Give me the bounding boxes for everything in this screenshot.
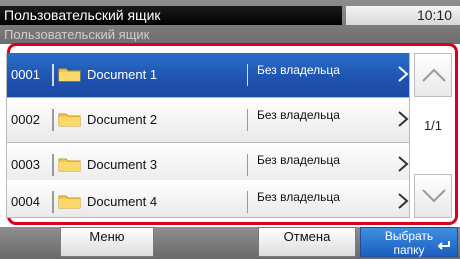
document-name: Document 3 <box>87 157 158 172</box>
list-row-0004[interactable]: 0004 Document 4 Без владельца <box>6 180 410 218</box>
divider <box>247 154 248 176</box>
arrow-down-icon <box>422 189 446 203</box>
row-number: 0003 <box>11 157 40 172</box>
owner-label: Без владельца <box>257 63 340 77</box>
document-name: Document 2 <box>87 112 158 127</box>
folder-icon <box>58 68 81 82</box>
row-number: 0002 <box>11 112 40 127</box>
owner-label: Без владельца <box>257 190 340 204</box>
divider <box>247 191 248 213</box>
scroll-up-button[interactable] <box>414 53 452 97</box>
document-name: Document 1 <box>87 67 158 82</box>
folder-icon <box>58 158 81 172</box>
enter-icon <box>437 241 450 250</box>
row-number: 0001 <box>11 67 40 82</box>
owner-label: Без владельца <box>257 108 340 122</box>
breadcrumb: Пользовательский ящик <box>4 27 150 42</box>
arrow-up-icon <box>422 68 446 82</box>
page-title: Пользовательский ящик <box>0 6 342 25</box>
scroll-down-button[interactable] <box>414 174 452 218</box>
divider <box>52 109 54 131</box>
menu-button-label: Меню <box>89 229 125 244</box>
cancel-button-label: Отмена <box>283 229 331 244</box>
chevron-right-icon <box>398 193 409 209</box>
chevron-right-icon <box>398 66 409 82</box>
list-row-0001[interactable]: 0001 Document 1 Без владельца <box>6 53 410 98</box>
divider <box>52 154 54 176</box>
folder-icon <box>58 195 81 209</box>
cancel-button[interactable]: Отмена <box>258 227 356 257</box>
folder-icon <box>58 113 81 127</box>
document-name: Document 4 <box>87 194 158 209</box>
divider <box>52 191 54 213</box>
page-indicator: 1/1 <box>423 118 443 133</box>
divider <box>52 64 54 86</box>
divider <box>247 109 248 131</box>
clock: 10:10 <box>346 6 460 25</box>
menu-button[interactable]: Меню <box>60 227 154 257</box>
select-folder-button[interactable]: Выбрать папку <box>360 227 458 257</box>
chevron-right-icon <box>398 156 409 172</box>
list-row-0002[interactable]: 0002 Document 2 Без владельца <box>6 98 410 143</box>
row-number: 0004 <box>11 194 40 209</box>
chevron-right-icon <box>398 111 409 127</box>
divider <box>247 64 248 86</box>
